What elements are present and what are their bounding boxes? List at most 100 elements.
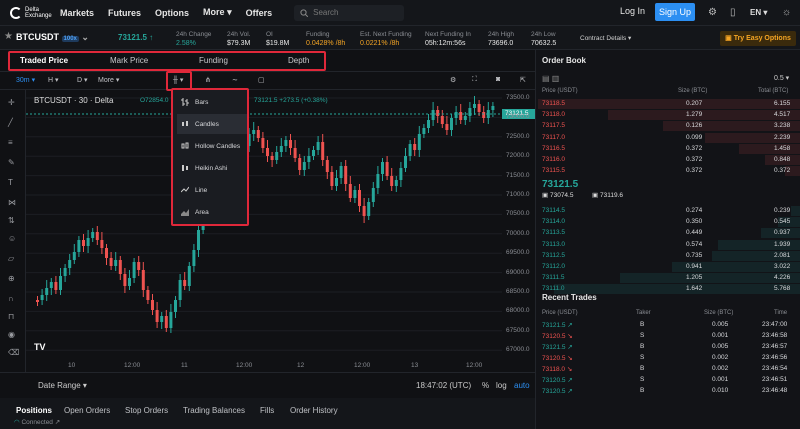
stat-value: 2.58% [176, 40, 196, 47]
trade-price: 73120.5 ↘ [542, 333, 573, 340]
book-price: 73112.5 [542, 251, 566, 259]
percent-toggle[interactable]: % [482, 381, 489, 390]
tab-order-history[interactable]: Order History [290, 406, 338, 415]
stat-value: $79.3M [227, 40, 251, 47]
search-input[interactable]: Search [294, 4, 405, 21]
compare-icon[interactable]: ∼ [232, 76, 238, 84]
trade-price: 73120.5 ↗ [542, 388, 573, 395]
candle-body [256, 130, 260, 138]
book-price: 73116.5 [542, 144, 566, 152]
fullscreen-icon[interactable]: ▢ [258, 76, 265, 84]
menu-item-heikin-ashi[interactable]: Heikin Ashi [177, 158, 247, 178]
book-size: 1.205 [686, 274, 703, 282]
trade-time: 23:47:00 [762, 321, 788, 328]
text-icon[interactable]: T [8, 178, 20, 190]
mobile-icon[interactable]: ▯ [730, 7, 736, 18]
menu-item-bars[interactable]: Bars [177, 92, 247, 112]
gear-icon[interactable]: ⚙ [450, 76, 456, 84]
book-row[interactable]: 73111.5 1.205 4.226 [536, 273, 800, 284]
ruler-icon[interactable]: ▱ [8, 254, 20, 266]
trendline-icon[interactable]: ╱ [8, 118, 20, 130]
candle-body [151, 300, 154, 310]
magnet-icon[interactable]: ∩ [8, 294, 20, 306]
emoji-icon[interactable]: ☺ [8, 234, 20, 246]
symbol-select[interactable]: BTCUSDT 100x ⌄ [16, 32, 89, 43]
eye-icon[interactable]: ◉ [8, 330, 20, 342]
menu-item-line[interactable]: Line [177, 180, 247, 200]
popout-icon[interactable]: ⇱ [520, 76, 526, 84]
book-row[interactable]: 73116.0 0.372 0.848 [536, 155, 800, 165]
settings-icon[interactable]: ⚙ [708, 7, 717, 18]
book-row[interactable]: 73114.0 0.350 0.545 [536, 217, 800, 228]
menu-item-area[interactable]: Area [177, 202, 247, 222]
date-range-select[interactable]: Date Range ▾ [38, 381, 87, 390]
book-row[interactable]: 73114.5 0.274 0.239 [536, 206, 800, 216]
log-toggle[interactable]: log [496, 381, 507, 390]
book-row[interactable]: 73113.0 0.574 1.939 [536, 239, 800, 250]
book-row[interactable]: 73112.5 0.735 2.081 [536, 250, 800, 261]
book-price: 73117.5 [542, 122, 566, 130]
logo[interactable]: Delta Exchange [10, 6, 60, 19]
book-row[interactable]: 73113.5 0.449 0.937 [536, 228, 800, 239]
tab-fills[interactable]: Fills [260, 406, 274, 415]
gift-icon: ▣ [725, 35, 732, 42]
nav-more[interactable]: More ▾ [203, 7, 232, 18]
contract-details-button[interactable]: Contract Details ▾ [580, 34, 631, 42]
language-select[interactable]: EN ▾ [750, 8, 767, 17]
trash-icon[interactable]: ⌫ [8, 348, 20, 360]
nav-offers[interactable]: Offers [246, 8, 273, 18]
trade-price: 73121.5 ↗ [542, 344, 573, 351]
camera-icon[interactable]: ◙ [496, 76, 500, 83]
prediction-icon[interactable]: ⇅ [8, 216, 20, 228]
book-row[interactable]: 73118.5 0.207 6.155 [536, 99, 800, 109]
book-row[interactable]: 73117.0 0.099 2.239 [536, 132, 800, 143]
book-step-select[interactable]: 0.5 ▾ [774, 74, 789, 82]
book-view-icons[interactable]: ▤ ▥ [542, 74, 559, 83]
candle-body [358, 190, 361, 206]
lock-icon[interactable]: ⊓ [8, 312, 20, 324]
interval-select[interactable]: 30m ▾ [16, 76, 35, 84]
candle-body [187, 266, 191, 286]
zoom-in-icon[interactable]: ⊕ [8, 274, 20, 286]
login-button[interactable]: Log In [620, 6, 645, 16]
book-row[interactable]: 73115.5 0.372 0.372 [536, 166, 800, 177]
easy-options-button[interactable]: ▣ Try Easy Options [720, 31, 796, 46]
utc-clock[interactable]: 18:47:02 (UTC) [416, 381, 471, 390]
nav-options[interactable]: Options [155, 8, 189, 18]
fib-icon[interactable]: ≡ [8, 138, 20, 150]
auto-toggle[interactable]: auto [514, 381, 530, 390]
tab-open-orders[interactable]: Open Orders [64, 406, 110, 415]
indicators-icon[interactable]: ⋔ [205, 76, 211, 84]
interval-more[interactable]: More ▾ [98, 76, 119, 84]
col-trade-size: Size (BTC) [704, 310, 734, 316]
candle-body [298, 158, 302, 170]
col-price: Price (USDT) [542, 88, 578, 94]
tab-stop-orders[interactable]: Stop Orders [125, 406, 168, 415]
stat-oi: OI $19.8M [266, 30, 289, 48]
brush-icon[interactable]: ✎ [8, 158, 20, 170]
price-chart[interactable]: BTCUSDT · 30 · Delta O72854.0 73121.5 +2… [26, 90, 502, 372]
candle-body [114, 260, 118, 266]
book-row[interactable]: 73116.5 0.372 1.458 [536, 143, 800, 154]
book-row[interactable]: 73112.0 0.941 3.022 [536, 262, 800, 272]
tab-trading-balances[interactable]: Trading Balances [183, 406, 245, 415]
book-row[interactable]: 73118.0 1.279 4.517 [536, 110, 800, 121]
candle-body [270, 156, 274, 160]
menu-item-hollow-candles[interactable]: Hollow Candles [177, 136, 247, 156]
menu-item-candles[interactable]: Candles [177, 114, 247, 134]
nav-futures[interactable]: Futures [108, 8, 141, 18]
expand-icon[interactable]: ⛶ [472, 76, 477, 84]
signup-button[interactable]: Sign Up [655, 3, 695, 21]
crosshair-icon[interactable]: ✛ [8, 98, 20, 110]
book-row[interactable]: 73117.5 0.126 3.238 [536, 121, 800, 132]
book-size: 0.372 [686, 144, 703, 152]
interval-h[interactable]: H ▾ [48, 76, 59, 84]
theme-icon[interactable]: ☼ [782, 7, 791, 18]
candle-body [105, 248, 108, 258]
star-icon[interactable]: ★ [4, 31, 13, 42]
interval-d[interactable]: D ▾ [77, 76, 88, 84]
candle-body [325, 160, 329, 172]
tab-positions[interactable]: Positions [16, 406, 52, 415]
nav-markets[interactable]: Markets [60, 8, 94, 18]
pattern-icon[interactable]: ⋈ [8, 198, 20, 210]
